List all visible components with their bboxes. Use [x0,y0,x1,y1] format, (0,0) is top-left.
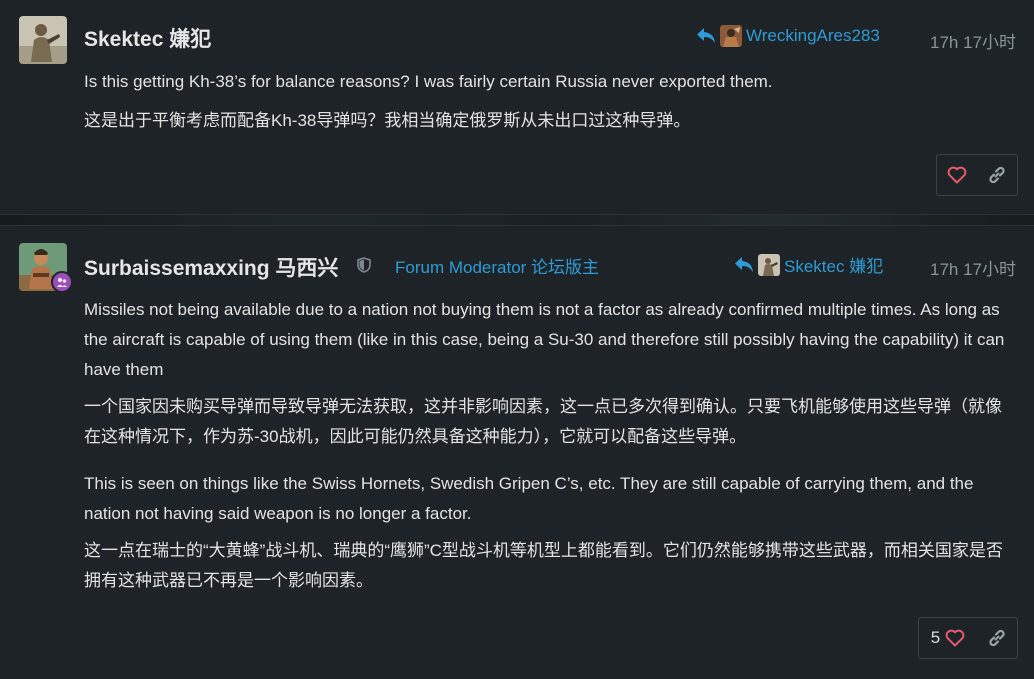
reply-username: Skektec 嫌犯 [784,257,884,276]
reply-to-link[interactable]: Skektec 嫌犯 [734,252,883,277]
reply-arrow-icon [735,256,753,272]
post-body: Missiles not being available due to a na… [84,295,1016,596]
heart-icon [945,629,965,647]
post-actions: 5 [918,617,1018,659]
reply-avatar [758,253,780,276]
like-count: 5 [930,628,941,647]
user-title: Forum Moderator 论坛版主 [395,258,600,277]
paragraph: This is seen on things like the Swiss Ho… [84,474,974,523]
share-link-button[interactable] [977,618,1017,658]
flair-icon [57,277,67,287]
link-icon [989,629,1005,647]
username[interactable]: Surbaissemaxxing 马西兴 [84,252,338,282]
group-flair-badge [51,271,73,293]
paragraph: 一个国家因未购买导弹而导致导弹无法获取，这并非影响因素，这一点已多次得到确认。只… [84,397,1002,446]
paragraph: Missiles not being available due to a na… [84,300,1005,379]
like-button[interactable]: 5 [919,618,977,658]
post-date[interactable]: 17h 17小时 [930,255,1016,280]
post-surbaissemaxxing: Surbaissemaxxing 马西兴 Forum Moderator 论坛版… [0,0,1034,679]
shield-icon [357,257,371,273]
paragraph: 这一点在瑞士的“大黄蜂”战斗机、瑞典的“鹰狮”C型战斗机等机型上都能看到。它们仍… [84,541,1003,590]
